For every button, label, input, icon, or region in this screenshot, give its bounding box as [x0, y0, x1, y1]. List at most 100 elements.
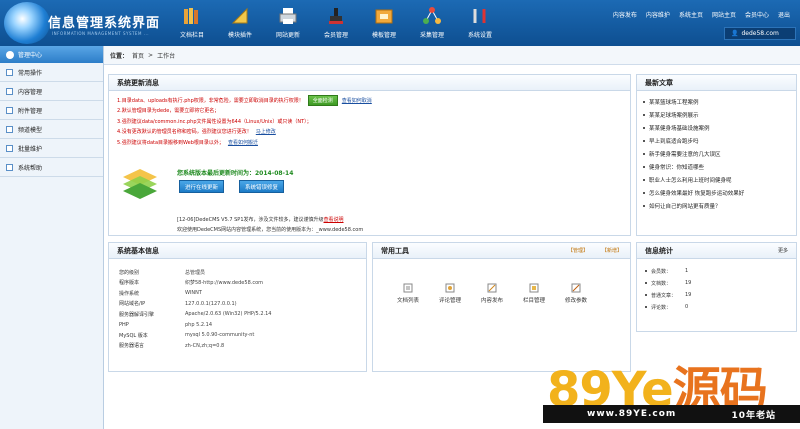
stat-row: 会员数： 1	[645, 265, 788, 277]
toplink-sitehome[interactable]: 网站主页	[712, 10, 736, 19]
update-messages: 1.目录data、uploads有执行.php权限，非常危险，需要立即取消目录的…	[109, 91, 630, 148]
info-key: 操作系统	[119, 290, 140, 297]
stats-list: 会员数： 1 文档数： 19 普通文章： 19 评论数： 0	[637, 259, 796, 319]
error-fix-button[interactable]: 系统错误修复	[239, 180, 285, 193]
article-title: 早上到底适合跑步吗	[649, 138, 699, 145]
nav-docs[interactable]: 文档栏目	[168, 0, 216, 46]
tool-comments[interactable]: 评论管理	[429, 283, 471, 304]
article-title: 某某篮球场工程案例	[649, 99, 699, 106]
welcome-line: 欢迎使用DedeCMS网站内容管理系统，您当前的使用版本为：_www.dede5…	[177, 227, 364, 233]
tool-list: 文档列表 评论管理 内容发布 栏目管理 修改参数	[373, 259, 630, 304]
stat-value: 19	[685, 292, 692, 298]
stat-key: 会员数：	[651, 268, 672, 275]
folder-icon	[373, 5, 395, 27]
list-item[interactable]: 怎么健身效果最好 恢复跑步运动效果好	[643, 186, 790, 199]
info-value: 总管理员	[185, 269, 206, 276]
nav-label: 模板管理	[371, 32, 396, 39]
breadcrumb: 位置： 首页 > 工作台	[104, 46, 800, 65]
info-value: zh-CN,zh;q=0.8	[185, 342, 225, 349]
toplink-publish[interactable]: 内容发布	[613, 10, 637, 19]
user-icon: 👤	[731, 30, 739, 37]
tool-label: 修改参数	[564, 298, 587, 304]
table-row: 程序版本 织梦58-http://www.dede58.com	[119, 278, 358, 289]
list-item[interactable]: 新手健身需要注意的几大误区	[643, 147, 790, 160]
info-key: 您的级别	[119, 269, 140, 276]
nav-modules[interactable]: 模块插件	[216, 0, 264, 46]
list-item[interactable]: 某某篮球场工程案例	[643, 95, 790, 108]
top-links: 内容发布 内容维护 系统主页 网站主页 会员中心 退出	[613, 10, 790, 19]
news-link[interactable]: 查看说明	[324, 217, 344, 223]
arrow-circle-icon	[6, 50, 14, 59]
sidebar-head[interactable]: 管理中心	[0, 46, 103, 63]
nav-members[interactable]: 会员管理	[312, 0, 360, 46]
info-key: 程序版本	[119, 280, 140, 287]
nav-settings[interactable]: 系统设置	[456, 0, 504, 46]
watermark-url: www.89YE.com	[587, 409, 677, 419]
tools-manage-link[interactable]: 【管理】	[568, 247, 588, 254]
stat-key: 评论数：	[651, 304, 672, 311]
sidebar-item-batch[interactable]: 批量维护	[0, 139, 103, 158]
list-item[interactable]: 某某足球场案例展示	[643, 108, 790, 121]
nav-label: 会员管理	[323, 32, 348, 39]
news-line: [12-06]DedeCMS V5.7 SP1发布，涉及文件较多，建议谨慎升级查…	[177, 216, 344, 223]
bullet-icon	[643, 204, 645, 207]
stack-icon	[121, 167, 159, 203]
stat-key: 文档数：	[651, 280, 672, 287]
info-value: Apache/2.0.63 (Win32) PHP/5.2.14	[185, 311, 272, 318]
tool-edit-params[interactable]: 修改参数	[555, 283, 597, 304]
online-update-button[interactable]: 进行在线更新	[179, 180, 225, 193]
message-link[interactable]: 查看如何搬迁	[228, 139, 258, 146]
sidebar-item-common[interactable]: 常用操作	[0, 63, 103, 82]
list-item[interactable]: 如何让自己的网站更有质量？	[643, 199, 790, 212]
sysinfo-title: 系统基本信息	[117, 246, 159, 255]
sidebar-item-content[interactable]: 内容管理	[0, 82, 103, 101]
nav-collect[interactable]: 采集管理	[408, 0, 456, 46]
message-link[interactable]: 查看如何取消	[342, 97, 372, 104]
list-icon	[6, 125, 13, 133]
message-link[interactable]: 马上修改	[256, 128, 276, 135]
sidebar-item-label: 附件管理	[18, 107, 43, 115]
list-item[interactable]: 某某健身场基础设施案例	[643, 121, 790, 134]
list-item[interactable]: 职业人士怎么利用上班时间健身呢	[643, 173, 790, 186]
info-value: 127.0.0.1(127.0.0.1)	[185, 300, 237, 307]
sysinfo-table: 您的级别 总管理员 程序版本 织梦58-http://www.dede58.com …	[109, 259, 366, 351]
tools-add-link[interactable]: 【新增】	[602, 247, 622, 254]
bullet-icon	[643, 139, 645, 142]
message-text: 4.没有更改默认的管理员名称和密码，强烈建议您进行更改！	[117, 129, 252, 136]
message-text: 3.强烈建议data/common.inc.php文件属性设置为644（Linu…	[117, 118, 312, 125]
stats-more-link[interactable]: 更多	[778, 247, 788, 254]
tool-doc-list[interactable]: 文档列表	[387, 283, 429, 304]
bullet-icon	[643, 113, 645, 116]
list-item[interactable]: 早上到底适合跑步吗	[643, 134, 790, 147]
table-row: 您的级别 总管理员	[119, 267, 358, 278]
tools-title: 常用工具	[381, 246, 409, 255]
toplink-syshome[interactable]: 系统主页	[679, 10, 703, 19]
table-row: PHP php 5.2.14	[119, 320, 358, 331]
stat-value: 0	[685, 304, 689, 310]
list-item[interactable]: 健身常识：你知道哪些	[643, 160, 790, 173]
sidebar-item-attachments[interactable]: 附件管理	[0, 101, 103, 120]
sidebar-item-help[interactable]: 系统帮助	[0, 158, 103, 177]
nav-templates[interactable]: 模板管理	[360, 0, 408, 46]
tool-columns[interactable]: 栏目管理	[513, 283, 555, 304]
info-key: 网站域名/IP	[119, 301, 146, 308]
app-title: 信息管理系统界面	[48, 16, 161, 31]
nav-label: 网站更新	[275, 32, 300, 39]
sidebar-head-label: 管理中心	[18, 52, 43, 59]
article-title: 某某足球场案例展示	[649, 112, 699, 119]
sidebar-item-label: 常用操作	[18, 69, 43, 77]
nav-update[interactable]: 网站更新	[264, 0, 312, 46]
bullet-icon	[645, 294, 647, 296]
breadcrumb-home[interactable]: 首页	[132, 51, 144, 60]
toplink-member[interactable]: 会员中心	[745, 10, 769, 19]
full-check-button[interactable]: 全面检测	[307, 94, 338, 106]
list-icon	[6, 68, 13, 76]
sidebar-item-label: 内容管理	[18, 88, 43, 96]
toplink-logout[interactable]: 退出	[778, 10, 790, 19]
tools-actions: 【管理】 【新增】	[568, 247, 622, 254]
sidebar-item-channels[interactable]: 频道模型	[0, 120, 103, 139]
update-time: 您系统版本最后更新时间为：2014-08-14	[177, 170, 294, 177]
toplink-maintain[interactable]: 内容维护	[646, 10, 670, 19]
tool-publish[interactable]: 内容发布	[471, 283, 513, 304]
stat-row: 普通文章： 19	[645, 289, 788, 301]
